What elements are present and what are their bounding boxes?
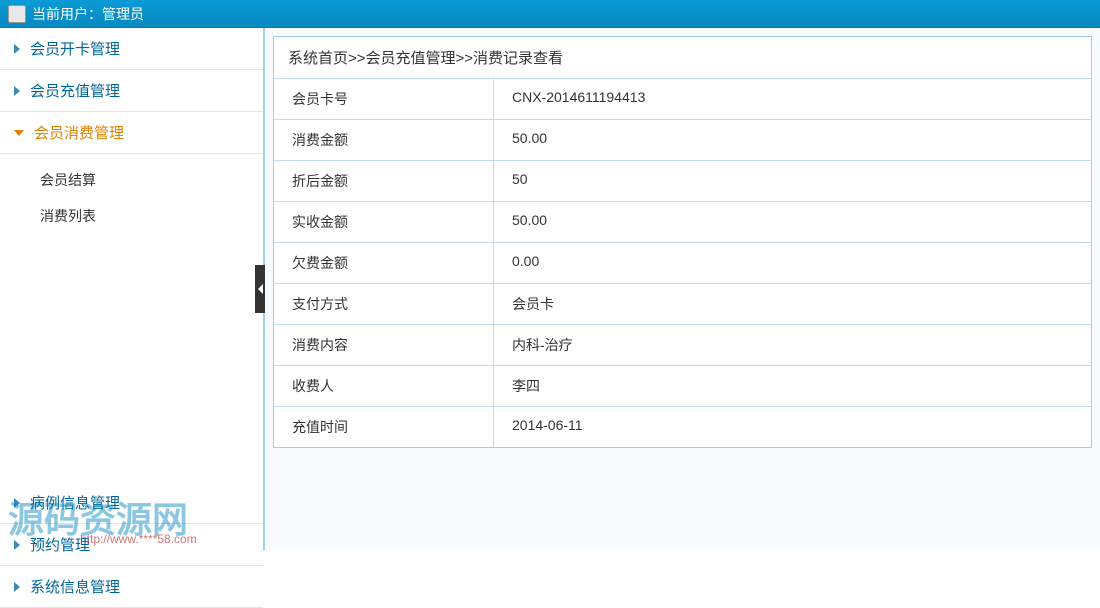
row-label: 收费人: [274, 366, 494, 406]
row-label: 欠费金额: [274, 243, 494, 283]
row-label: 会员卡号: [274, 79, 494, 119]
chevron-right-icon: [14, 86, 20, 96]
chevron-down-icon: [14, 130, 24, 136]
row-value: 50.00: [494, 202, 1091, 242]
sidebar: 会员开卡管理 会员充值管理 会员消费管理 会员结算 消费列表 病例信息管理 预约…: [0, 28, 265, 550]
table-row: 欠费金额0.00: [274, 243, 1091, 284]
sidebar-item-label: 会员充值管理: [30, 80, 120, 101]
table-row: 消费内容内科-治疗: [274, 325, 1091, 366]
sidebar-item-case-info[interactable]: 病例信息管理: [0, 482, 263, 524]
header-bar: 当前用户：管理员: [0, 0, 1100, 28]
row-label: 支付方式: [274, 284, 494, 324]
detail-table: 会员卡号CNX-2014611194413 消费金额50.00 折后金额50 实…: [274, 79, 1091, 447]
row-label: 消费内容: [274, 325, 494, 365]
sidebar-item-label: 会员消费管理: [34, 122, 124, 143]
app-icon: [8, 5, 26, 23]
row-value: 会员卡: [494, 284, 1091, 324]
row-value: 2014-06-11: [494, 407, 1091, 447]
row-value: 50.00: [494, 120, 1091, 160]
row-value: 50: [494, 161, 1091, 201]
breadcrumb-text: 系统首页>>会员充值管理>>消费记录查看: [288, 50, 563, 67]
row-label: 实收金额: [274, 202, 494, 242]
chevron-right-icon: [14, 540, 20, 550]
sidebar-item-label: 预约管理: [30, 534, 90, 555]
table-row: 折后金额50: [274, 161, 1091, 202]
row-value: 内科-治疗: [494, 325, 1091, 365]
sidebar-item-appointment[interactable]: 预约管理: [0, 524, 263, 566]
row-value: CNX-2014611194413: [494, 79, 1091, 119]
table-row: 消费金额50.00: [274, 120, 1091, 161]
chevron-right-icon: [14, 44, 20, 54]
current-user-label: 当前用户：管理员: [32, 0, 144, 28]
content-area: 系统首页>>会员充值管理>>消费记录查看 会员卡号CNX-20146111944…: [265, 28, 1100, 550]
row-value: 0.00: [494, 243, 1091, 283]
detail-panel: 系统首页>>会员充值管理>>消费记录查看 会员卡号CNX-20146111944…: [273, 36, 1092, 448]
main-layout: 会员开卡管理 会员充值管理 会员消费管理 会员结算 消费列表 病例信息管理 预约…: [0, 28, 1100, 550]
table-row: 收费人李四: [274, 366, 1091, 407]
sidebar-sub-label: 会员结算: [40, 172, 96, 188]
table-row: 充值时间2014-06-11: [274, 407, 1091, 447]
row-label: 折后金额: [274, 161, 494, 201]
chevron-right-icon: [14, 498, 20, 508]
row-label: 充值时间: [274, 407, 494, 447]
sidebar-sub-consume-list[interactable]: 消费列表: [40, 198, 263, 234]
sidebar-item-label: 系统信息管理: [30, 576, 120, 597]
sidebar-item-system-info[interactable]: 系统信息管理: [0, 566, 263, 608]
table-row: 实收金额50.00: [274, 202, 1091, 243]
sidebar-sub-label: 消费列表: [40, 208, 96, 224]
chevron-right-icon: [14, 582, 20, 592]
sidebar-sub-settlement[interactable]: 会员结算: [40, 162, 263, 198]
breadcrumb: 系统首页>>会员充值管理>>消费记录查看: [274, 37, 1091, 79]
sidebar-item-label: 病例信息管理: [30, 492, 120, 513]
sidebar-item-consume[interactable]: 会员消费管理: [0, 112, 263, 154]
collapse-sidebar-handle[interactable]: [255, 265, 265, 313]
sidebar-item-recharge[interactable]: 会员充值管理: [0, 70, 263, 112]
sidebar-item-card-open[interactable]: 会员开卡管理: [0, 28, 263, 70]
sidebar-item-label: 会员开卡管理: [30, 38, 120, 59]
row-label: 消费金额: [274, 120, 494, 160]
table-row: 会员卡号CNX-2014611194413: [274, 79, 1091, 120]
sidebar-submenu: 会员结算 消费列表: [0, 154, 263, 242]
table-row: 支付方式会员卡: [274, 284, 1091, 325]
row-value: 李四: [494, 366, 1091, 406]
